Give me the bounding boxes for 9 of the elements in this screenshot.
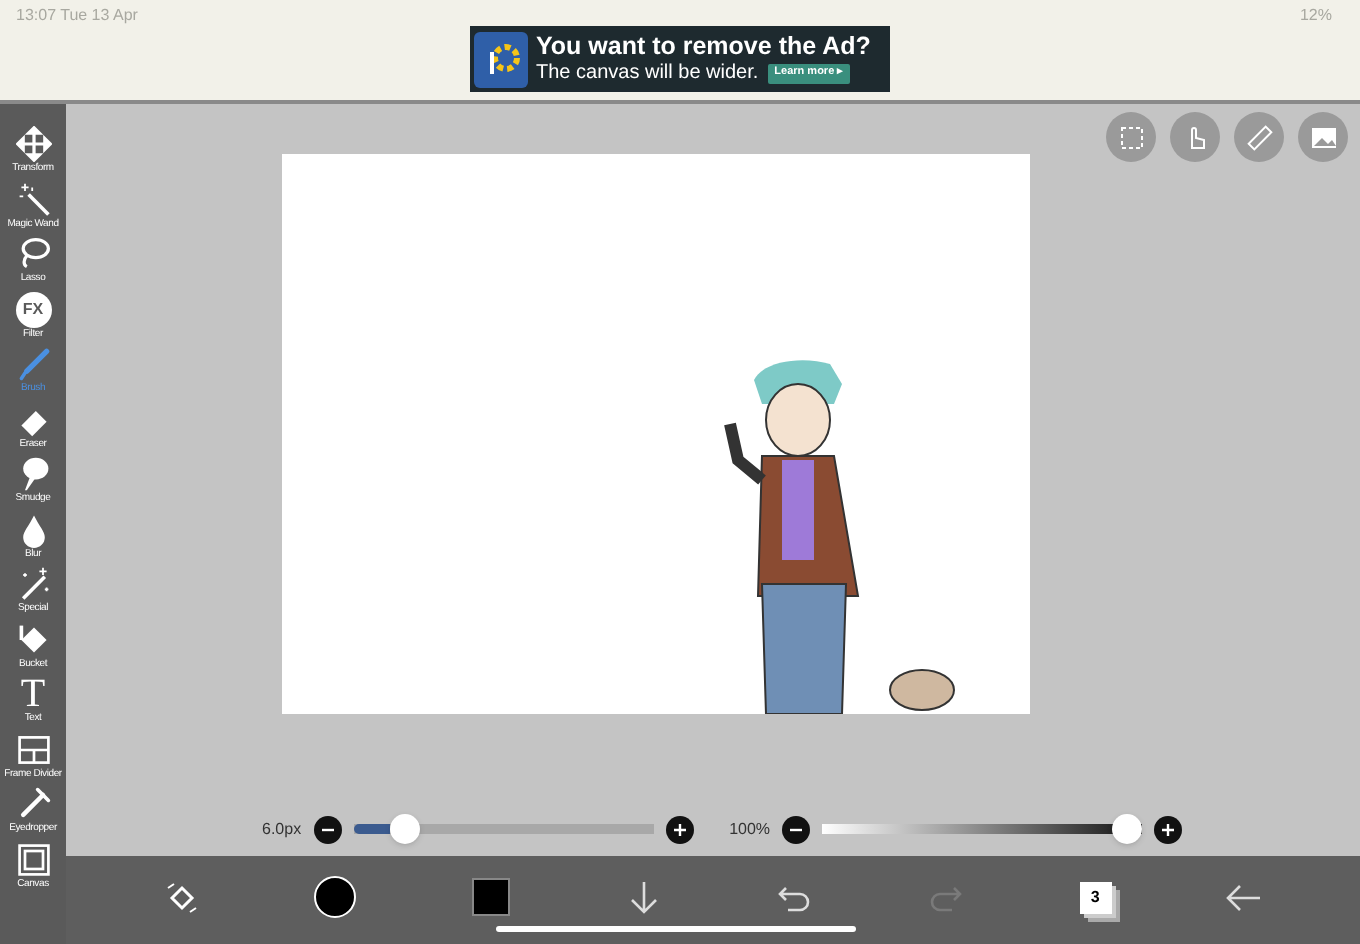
text-tool-icon: T [20, 676, 46, 712]
brush-size-value: 6.0px [262, 817, 302, 841]
ad-title: You want to remove the Ad? [536, 34, 871, 60]
ad-subtitle: The canvas will be wider. [536, 63, 759, 84]
status-time: 13:07 Tue 13 Apr [16, 4, 138, 28]
layers-button[interactable]: 3 [1079, 881, 1112, 913]
opacity-value: 100% [729, 817, 771, 841]
filter-icon: FX [15, 291, 51, 327]
battery-level: 12% [1299, 4, 1332, 28]
